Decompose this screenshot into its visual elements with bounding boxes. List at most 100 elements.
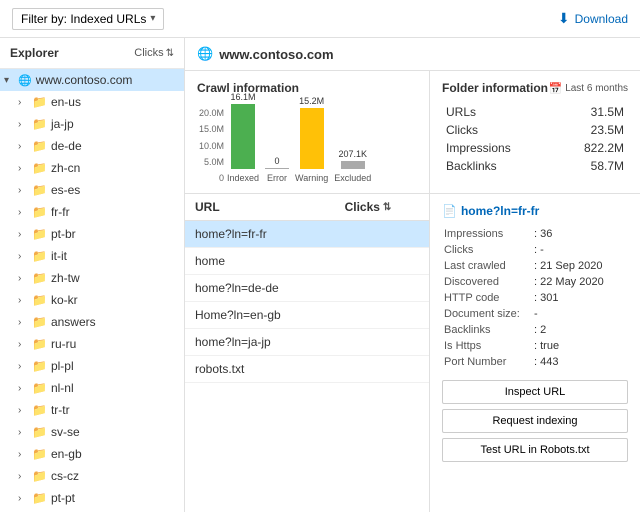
expand-icon[interactable]: ›: [18, 427, 32, 438]
folder-icon: 📁: [32, 337, 47, 351]
expand-icon[interactable]: ›: [18, 97, 32, 108]
detail-field-value: : -: [532, 242, 628, 258]
sidebar-item-label: pl-pl: [51, 359, 178, 373]
sidebar-item-pt-pt[interactable]: ›📁pt-pt: [0, 487, 184, 509]
expand-icon[interactable]: ›: [18, 493, 32, 504]
expand-icon[interactable]: ›: [18, 141, 32, 152]
sidebar-item-de-de[interactable]: ›📁de-de: [0, 135, 184, 157]
y-axis: 20.0M 15.0M 10.0M 5.0M 0: [197, 108, 227, 183]
site-icon: 🌐: [18, 74, 32, 87]
sidebar-item-pl-pl[interactable]: ›📁pl-pl: [0, 355, 184, 377]
sidebar-item-root[interactable]: ▾🌐 www.contoso.com: [0, 69, 184, 91]
sidebar-item-label: sv-se: [51, 425, 178, 439]
expand-icon[interactable]: ›: [18, 273, 32, 284]
sidebar-item-tr-tr[interactable]: ›📁 tr-tr: [0, 399, 184, 421]
folder-stat-row: Clicks23.5M: [442, 121, 628, 139]
sidebar-item-answers[interactable]: ›📁answers: [0, 311, 184, 333]
sidebar-item-ko-kr[interactable]: ›📁ko-kr: [0, 289, 184, 311]
detail-field-label: Document size:: [442, 306, 532, 322]
expand-icon[interactable]: ▾: [4, 75, 18, 86]
clicks-column-header[interactable]: Clicks ⇅: [335, 194, 429, 221]
expand-icon[interactable]: ›: [18, 361, 32, 372]
folder-stats: URLs31.5MClicks23.5MImpressions822.2MBac…: [442, 103, 628, 175]
download-label: Download: [575, 12, 628, 26]
folder-icon: 📁: [32, 205, 47, 219]
detail-table: Impressions: 36Clicks: -Last crawled: 21…: [442, 226, 628, 370]
clicks-sort-label: Clicks: [134, 47, 163, 59]
content-site-title: www.contoso.com: [219, 47, 333, 62]
action-btn-inspect-url[interactable]: Inspect URL: [442, 380, 628, 404]
action-btn-request-indexing[interactable]: Request indexing: [442, 409, 628, 433]
sidebar-item-label: www.contoso.com: [36, 73, 178, 87]
url-table-row[interactable]: home: [185, 248, 429, 275]
sidebar-item-zh-tw[interactable]: ›📁zh-tw: [0, 267, 184, 289]
url-table-row[interactable]: robots.txt: [185, 356, 429, 383]
bar-value: 0: [275, 156, 280, 166]
detail-field-label: Backlinks: [442, 322, 532, 338]
url-table-container[interactable]: URL Clicks ⇅ home?ln=fr-frhomehome?ln=de…: [185, 194, 430, 512]
action-btn-test-url-in-robots.txt[interactable]: Test URL in Robots.txt: [442, 438, 628, 462]
sidebar-item-label: ja-jp: [51, 117, 178, 131]
url-cell: home?ln=ja-jp: [185, 329, 335, 356]
explorer-label: Explorer: [10, 46, 59, 60]
sidebar-item-en-gb[interactable]: ›📁en-gb: [0, 443, 184, 465]
folder-stat-value: 23.5M: [554, 121, 628, 139]
url-table-row[interactable]: home?ln=ja-jp: [185, 329, 429, 356]
detail-panel-title: 📄 home?ln=fr-fr: [442, 204, 628, 218]
sidebar-item-label: tr-tr: [51, 403, 178, 417]
download-button[interactable]: ⬇ Download: [558, 10, 628, 27]
clicks-sort-button[interactable]: Clicks ⇅: [134, 47, 174, 59]
url-table-header: URL Clicks ⇅: [185, 194, 429, 221]
folder-icon: 📁: [32, 403, 47, 417]
expand-icon[interactable]: ›: [18, 185, 32, 196]
expand-icon[interactable]: ›: [18, 339, 32, 350]
url-section: URL Clicks ⇅ home?ln=fr-frhomehome?ln=de…: [185, 194, 640, 512]
folder-icon: 📁: [32, 183, 47, 197]
bar-label: Excluded: [334, 173, 371, 183]
expand-icon[interactable]: ›: [18, 251, 32, 262]
expand-icon[interactable]: ›: [18, 317, 32, 328]
folder-icon: 📁: [32, 161, 47, 175]
expand-icon[interactable]: ›: [18, 207, 32, 218]
sidebar-item-cs-cz[interactable]: ›📁cs-cz: [0, 465, 184, 487]
expand-icon[interactable]: ›: [18, 383, 32, 394]
sidebar-tree: ▾🌐www.contoso.com›📁en-us›📁ja-jp›📁de-de›📁…: [0, 69, 184, 512]
sidebar-item-nl-nl[interactable]: ›📁nl-nl: [0, 377, 184, 399]
folder-icon: 📁: [32, 293, 47, 307]
clicks-cell: [335, 302, 429, 329]
expand-icon[interactable]: ›: [18, 471, 32, 482]
url-table-row[interactable]: home?ln=fr-fr: [185, 221, 429, 248]
sidebar-item-en-us[interactable]: ›📁en-us: [0, 91, 184, 113]
expand-icon[interactable]: ›: [18, 163, 32, 174]
folder-stat-value: 31.5M: [554, 103, 628, 121]
expand-icon[interactable]: ›: [18, 405, 32, 416]
content-area: 🌐 www.contoso.com Crawl information 20.0…: [185, 38, 640, 512]
url-table-row[interactable]: Home?ln=en-gb: [185, 302, 429, 329]
sidebar-item-pt-br[interactable]: ›📁pt-br: [0, 223, 184, 245]
sidebar-item-label: en-gb: [51, 447, 178, 461]
sidebar-item-sv-se[interactable]: ›📁sv-se: [0, 421, 184, 443]
filter-button[interactable]: Filter by: Indexed URLs ▾: [12, 8, 164, 30]
detail-field-label: Last crawled: [442, 258, 532, 274]
sidebar-item-it-it[interactable]: ›📁it-it: [0, 245, 184, 267]
folder-stats-table: URLs31.5MClicks23.5MImpressions822.2MBac…: [442, 103, 628, 175]
expand-icon[interactable]: ›: [18, 119, 32, 130]
sidebar-item-ru-ru[interactable]: ›📁ru-ru: [0, 333, 184, 355]
sidebar-item-label: zh-tw: [51, 271, 178, 285]
detail-row: Port Number: 443: [442, 354, 628, 370]
folder-icon: 📁: [32, 381, 47, 395]
sidebar-item-ja-jp[interactable]: ›📁ja-jp: [0, 113, 184, 135]
bar-label: Warning: [295, 173, 328, 183]
expand-icon[interactable]: ›: [18, 449, 32, 460]
detail-field-label: Is Https: [442, 338, 532, 354]
sidebar-item-fr-fr[interactable]: ›📁fr-fr: [0, 201, 184, 223]
folder-panel-title: Folder information: [442, 81, 548, 95]
url-table-row[interactable]: home?ln=de-de: [185, 275, 429, 302]
sidebar-item-es-es[interactable]: ›📁es-es: [0, 179, 184, 201]
expand-icon[interactable]: ›: [18, 295, 32, 306]
expand-icon[interactable]: ›: [18, 229, 32, 240]
sidebar-item-zh-cn[interactable]: ›📁zh-cn: [0, 157, 184, 179]
clicks-cell: [335, 329, 429, 356]
sidebar-item-label: en-us: [51, 95, 178, 109]
folder-stat-value: 58.7M: [554, 157, 628, 175]
